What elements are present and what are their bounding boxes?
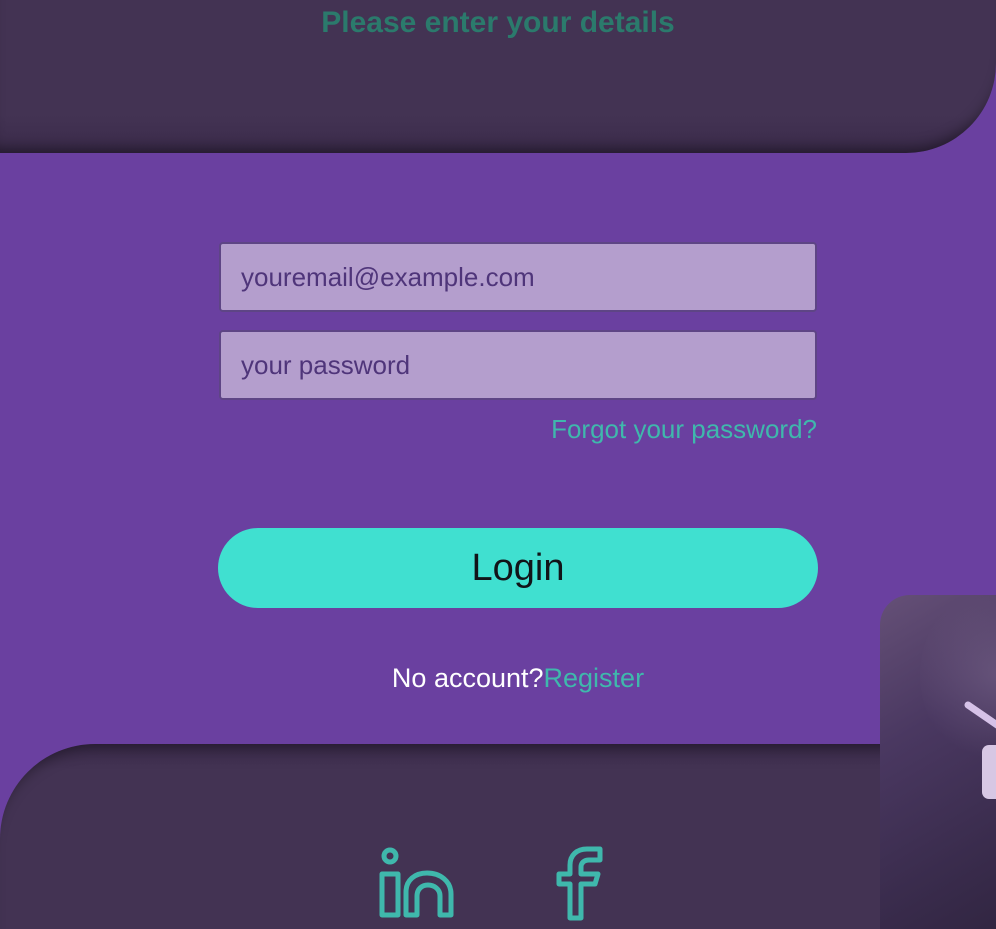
register-link[interactable]: Register (544, 663, 645, 693)
page-subtitle: Please enter your details (321, 6, 675, 39)
login-button[interactable]: Login (218, 528, 818, 608)
email-field[interactable] (219, 242, 817, 312)
footer-panel (0, 744, 996, 929)
password-field[interactable] (219, 330, 817, 400)
facebook-icon[interactable] (552, 846, 608, 922)
no-account-text: No account? (391, 663, 544, 693)
illustration-icon (964, 701, 996, 799)
login-page: Please enter your details Forgot your pa… (0, 0, 996, 929)
forgot-password-link[interactable]: Forgot your password? (551, 414, 817, 445)
side-illustration-card (880, 595, 996, 929)
linkedin-icon[interactable] (378, 846, 458, 922)
register-row: No account?Register (0, 663, 996, 694)
header-panel: Please enter your details (0, 0, 996, 153)
